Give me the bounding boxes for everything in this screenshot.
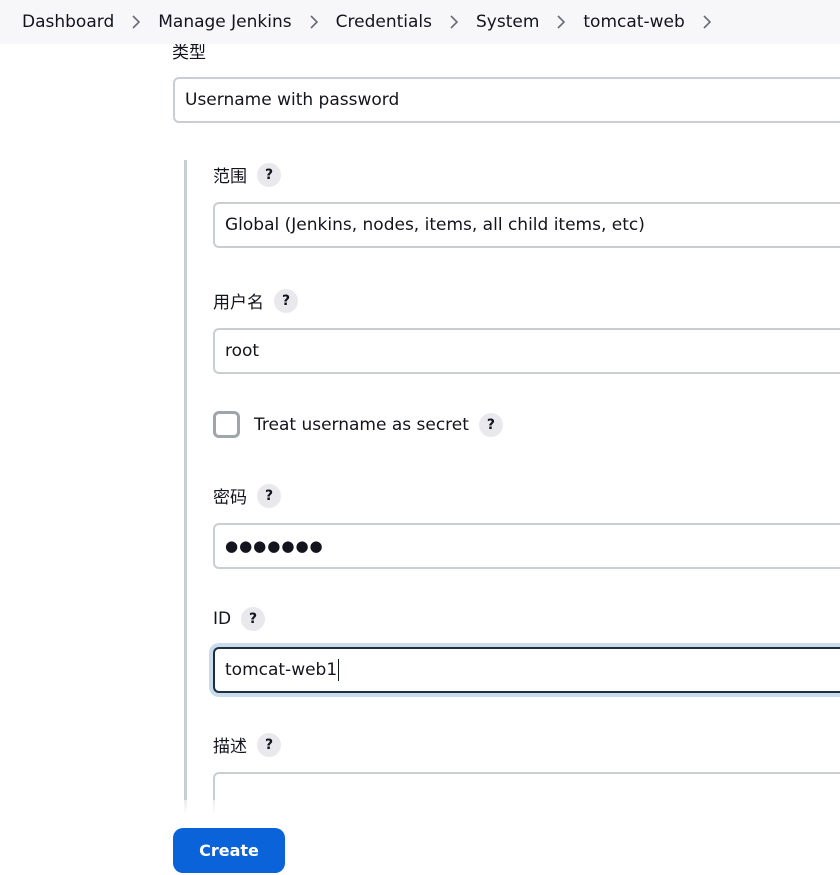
username-label: 用户名 ? [213, 288, 298, 313]
credential-create-page: Dashboard Manage Jenkins Credentials Sys… [0, 0, 840, 875]
description-help-icon[interactable]: ? [257, 732, 281, 757]
bottom-action-bar [0, 800, 840, 875]
kind-select-value: Username with password [185, 90, 400, 110]
username-input[interactable]: root [213, 328, 840, 374]
password-label: 密码 ? [213, 483, 281, 508]
username-label-text: 用户名 [213, 293, 264, 313]
scope-label: 范围 ? [213, 162, 281, 187]
description-label-text: 描述 [213, 737, 247, 757]
password-help-icon[interactable]: ? [257, 483, 281, 508]
id-help-icon[interactable]: ? [241, 607, 266, 631]
breadcrumb-tomcat-web[interactable]: tomcat-web [583, 12, 684, 32]
breadcrumb-system[interactable]: System [476, 12, 539, 32]
breadcrumb-manage-jenkins[interactable]: Manage Jenkins [158, 12, 291, 32]
breadcrumb-dashboard[interactable]: Dashboard [22, 12, 114, 32]
username-secret-help-icon[interactable]: ? [478, 413, 503, 437]
text-caret [338, 659, 340, 681]
kind-select[interactable]: Username with password [173, 77, 840, 123]
username-secret-label: Treat username as secret ? [254, 413, 503, 437]
username-help-icon[interactable]: ? [274, 288, 298, 313]
create-button[interactable]: Create [173, 828, 285, 873]
password-label-text: 密码 [213, 488, 247, 508]
username-input-value: root [225, 341, 260, 361]
description-label: 描述 ? [213, 732, 281, 757]
scope-select[interactable]: Global (Jenkins, nodes, items, all child… [213, 202, 840, 248]
id-label: ID ? [213, 607, 266, 631]
chevron-right-icon [432, 15, 476, 29]
chevron-right-icon [685, 15, 729, 29]
chevron-right-icon [114, 15, 158, 29]
section-rule [184, 160, 187, 820]
id-input[interactable]: tomcat-web1 [213, 647, 840, 693]
username-secret-label-text[interactable]: Treat username as secret [254, 415, 469, 435]
chevron-right-icon [539, 15, 583, 29]
scope-label-text: 范围 [213, 167, 247, 187]
id-label-text: ID [213, 609, 232, 629]
breadcrumb: Dashboard Manage Jenkins Credentials Sys… [0, 0, 840, 44]
username-secret-checkbox[interactable] [213, 411, 240, 438]
scope-help-icon[interactable]: ? [257, 162, 281, 187]
breadcrumb-credentials[interactable]: Credentials [336, 12, 432, 32]
password-input-value: ●●●●●●● [225, 537, 324, 555]
chevron-right-icon [292, 15, 336, 29]
password-input[interactable]: ●●●●●●● [213, 523, 840, 569]
scope-select-value: Global (Jenkins, nodes, items, all child… [225, 215, 645, 235]
id-input-value: tomcat-web1 [225, 660, 338, 680]
